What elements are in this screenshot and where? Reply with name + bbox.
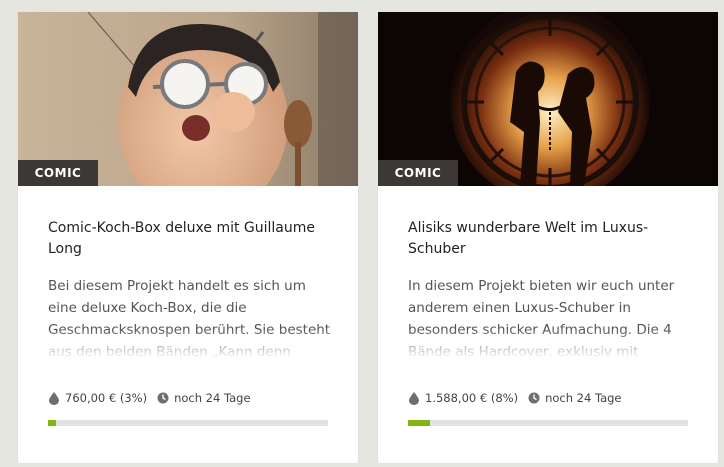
project-thumbnail[interactable]: COMIC (18, 12, 358, 186)
clock-icon (157, 391, 169, 405)
project-card[interactable]: COMIC Comic-Koch-Box deluxe mit Guillaum… (18, 12, 358, 463)
project-description: Bei diesem Projekt handelt es sich um ei… (48, 275, 338, 359)
funding-progress-fill (48, 420, 57, 426)
remaining-time: noch 24 Tage (174, 391, 251, 405)
remaining-time: noch 24 Tage (545, 391, 622, 405)
project-title[interactable]: Alisiks wunderbare Welt im Luxus-Schuber (408, 218, 678, 260)
project-stats: 1.588,00 € (8%) noch 24 Tage (408, 388, 622, 408)
project-card[interactable]: COMIC Alisiks wunderbare Welt im Luxus-S… (378, 12, 718, 463)
funding-progress-fill (408, 420, 431, 426)
project-thumbnail[interactable]: COMIC (378, 12, 718, 186)
description-fade (408, 329, 698, 359)
funding-progress-bar (48, 420, 328, 426)
drop-icon (408, 391, 420, 405)
clock-icon (528, 391, 540, 405)
project-description: In diesem Projekt bieten wir euch unter … (408, 275, 698, 359)
drop-icon (48, 391, 60, 405)
description-fade (48, 329, 338, 359)
project-title[interactable]: Comic-Koch-Box deluxe mit Guillaume Long (48, 218, 318, 260)
project-stats: 760,00 € (3%) noch 24 Tage (48, 388, 251, 408)
funding-progress-bar (408, 420, 688, 426)
funding-amount: 1.588,00 € (8%) (425, 391, 519, 405)
category-tag[interactable]: COMIC (378, 160, 458, 186)
category-tag[interactable]: COMIC (18, 160, 98, 186)
funding-amount: 760,00 € (3%) (65, 391, 148, 405)
